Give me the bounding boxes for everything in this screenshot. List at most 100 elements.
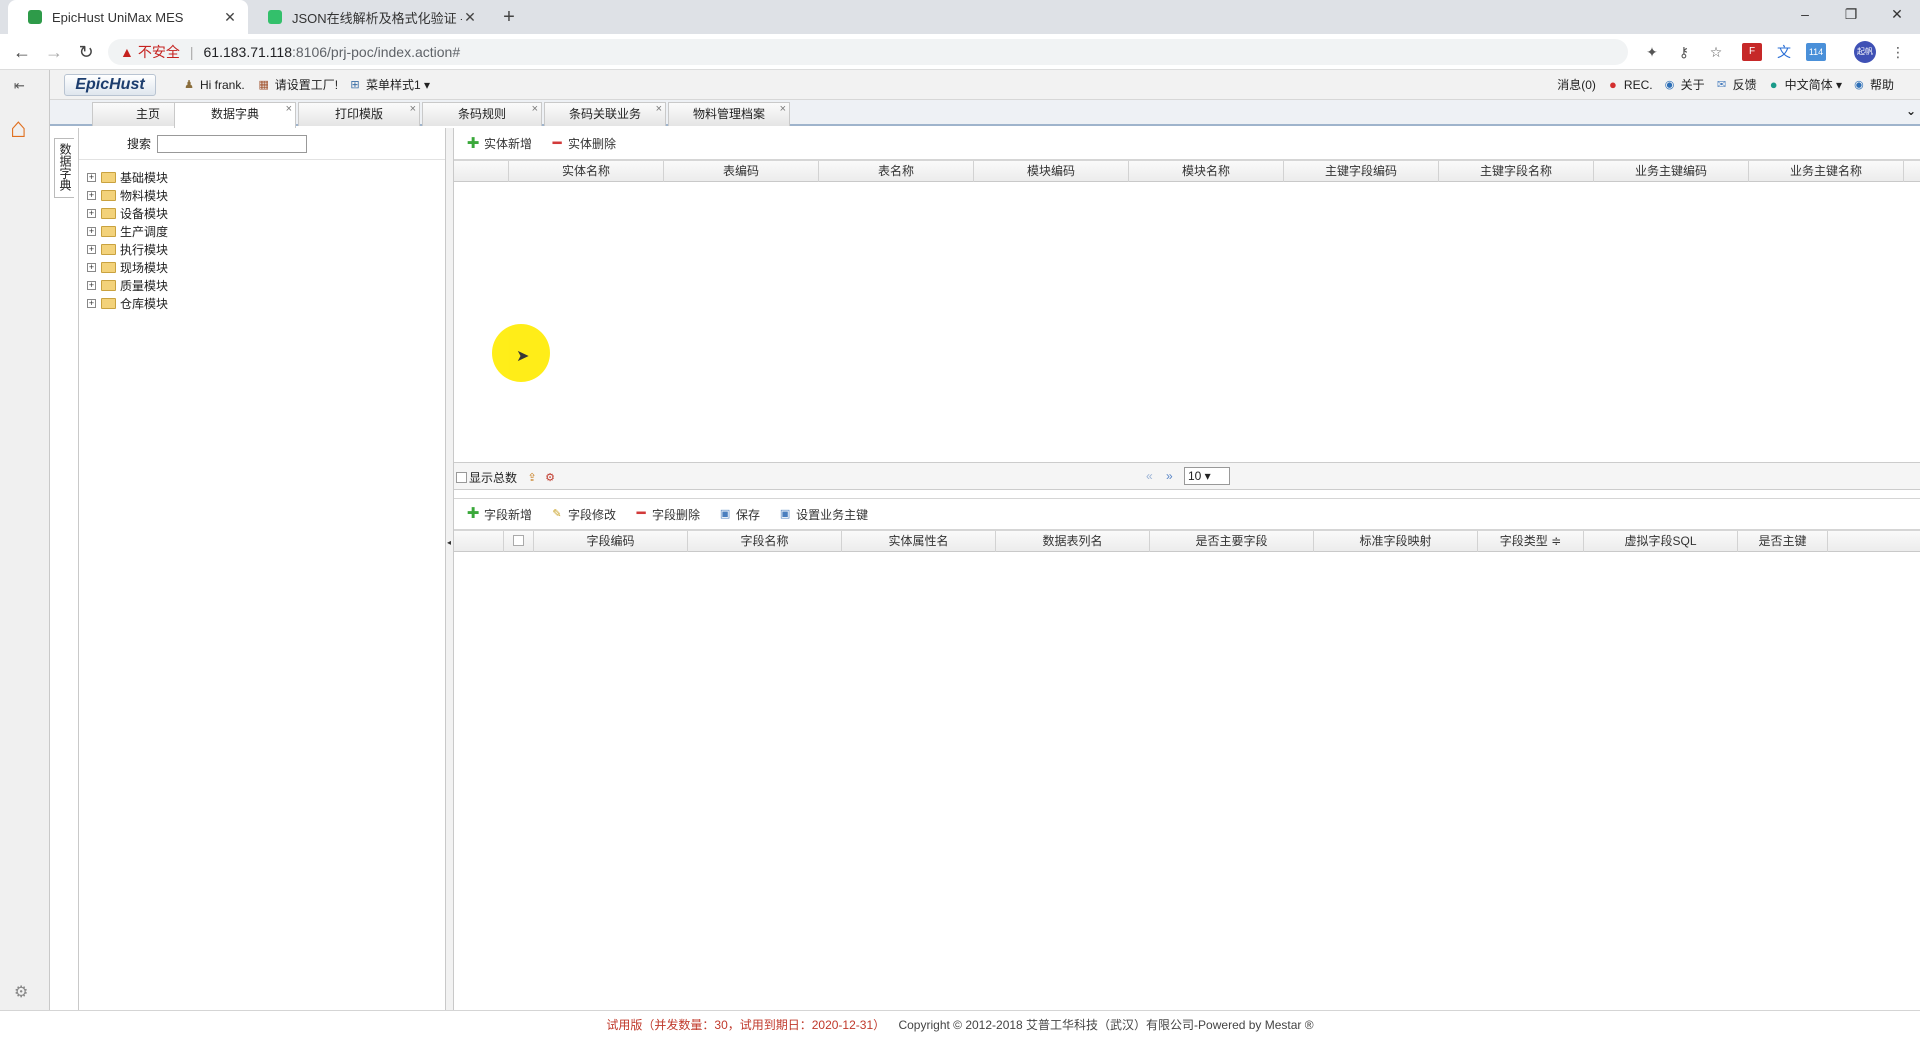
expand-plus-icon[interactable]: + bbox=[87, 244, 96, 254]
tab-overflow-icon[interactable]: ⌄ bbox=[1906, 104, 1916, 118]
browser-tab-json[interactable]: JSON在线解析及格式化验证 - JS ✕ bbox=[248, 0, 488, 34]
entity-add-button[interactable]: ✚ 实体新增 bbox=[466, 135, 532, 152]
menu-dots-icon[interactable]: ⋮ bbox=[1888, 43, 1908, 61]
close-icon[interactable]: × bbox=[286, 98, 292, 120]
reload-icon[interactable]: ↻ bbox=[74, 40, 98, 64]
tree-node[interactable]: + 仓库模块 bbox=[87, 294, 168, 312]
select-all-header[interactable] bbox=[504, 531, 534, 552]
extension-red-icon[interactable]: F bbox=[1742, 43, 1762, 61]
tree-node[interactable]: + 生产调度 bbox=[87, 222, 168, 240]
factory-setting[interactable]: ▦ 请设置工厂! bbox=[257, 76, 338, 93]
show-total-checkbox[interactable] bbox=[456, 472, 467, 483]
mail-icon: ✉ bbox=[1717, 78, 1727, 91]
tab-barcode-rules[interactable]: 条码规则 × bbox=[422, 102, 542, 126]
close-icon[interactable]: × bbox=[410, 98, 416, 120]
minimize-button[interactable]: – bbox=[1790, 6, 1820, 22]
column-header[interactable]: 字段名称 bbox=[688, 531, 842, 552]
collapse-menu-icon[interactable]: ⇤ bbox=[14, 78, 25, 94]
column-header[interactable]: 业务主键编码 bbox=[1594, 161, 1749, 182]
column-header[interactable]: 业务主键名称 bbox=[1749, 161, 1904, 182]
page-size-select[interactable]: 10 ▾ bbox=[1184, 467, 1230, 485]
new-tab-button[interactable]: + bbox=[498, 6, 520, 29]
column-header[interactable]: 表编码 bbox=[664, 161, 819, 182]
tab-print-template[interactable]: 打印模版 × bbox=[298, 102, 420, 126]
messages-link[interactable]: 消息(0) bbox=[1557, 76, 1596, 93]
help-link[interactable]: ◉ 帮助 bbox=[1852, 76, 1894, 93]
close-icon[interactable]: ✕ bbox=[222, 9, 238, 26]
close-icon[interactable]: ✕ bbox=[462, 9, 478, 26]
expand-plus-icon[interactable]: + bbox=[87, 280, 96, 290]
browser-tab-epichust[interactable]: EpicHust UniMax MES ✕ bbox=[8, 0, 248, 34]
tab-barcode-business[interactable]: 条码关联业务 × bbox=[544, 102, 666, 126]
select-all-checkbox[interactable] bbox=[513, 535, 524, 546]
column-header[interactable]: 虚拟字段SQL bbox=[1584, 531, 1738, 552]
column-header[interactable]: 主键字段编码 bbox=[1284, 161, 1439, 182]
collapse-arrow-icon[interactable]: ◂ bbox=[447, 538, 451, 547]
tree-node[interactable]: + 质量模块 bbox=[87, 276, 168, 294]
column-header[interactable]: 表名称 bbox=[819, 161, 974, 182]
tree-node[interactable]: + 基础模块 bbox=[87, 168, 168, 186]
save-button[interactable]: ▣ 保存 bbox=[718, 506, 760, 523]
search-input[interactable] bbox=[157, 134, 308, 153]
translate-icon[interactable]: 文 bbox=[1774, 43, 1794, 61]
field-delete-button[interactable]: ━ 字段删除 bbox=[634, 506, 701, 523]
close-icon[interactable]: × bbox=[780, 98, 786, 120]
language-dropdown[interactable]: ● 中文简体 ▾ bbox=[1767, 76, 1842, 93]
filter-settings-icon[interactable]: ⚙ bbox=[543, 471, 557, 485]
about-link[interactable]: ◉ 关于 bbox=[1663, 76, 1705, 93]
close-icon[interactable]: × bbox=[656, 98, 662, 120]
column-header[interactable]: 标准字段映射 bbox=[1314, 531, 1478, 552]
first-page-icon[interactable]: « bbox=[1146, 469, 1153, 483]
settings-gear-icon[interactable]: ⚙ bbox=[14, 982, 28, 1002]
tree-node[interactable]: + 执行模块 bbox=[87, 240, 168, 258]
puzzle-icon[interactable]: ✦ bbox=[1642, 43, 1662, 61]
entity-delete-button[interactable]: ━ 实体删除 bbox=[550, 135, 617, 152]
address-bar[interactable]: ▲ 不安全 | 61.183.71.118 :8106/prj-poc/inde… bbox=[108, 39, 1628, 65]
column-header[interactable]: 是否主键 bbox=[1738, 531, 1828, 552]
window-close-button[interactable]: ✕ bbox=[1882, 6, 1912, 23]
field-grid-body[interactable] bbox=[454, 552, 1920, 1010]
expand-plus-icon[interactable]: + bbox=[87, 262, 96, 272]
profile-avatar[interactable]: 起帆 bbox=[1854, 41, 1876, 63]
column-header[interactable]: 实体名称 bbox=[509, 161, 664, 182]
column-header[interactable]: 是否主要字段 bbox=[1150, 531, 1314, 552]
column-header[interactable]: 数据表列名 bbox=[996, 531, 1150, 552]
field-add-button[interactable]: ✚ 字段新增 bbox=[466, 506, 532, 523]
expand-plus-icon[interactable]: + bbox=[87, 190, 96, 200]
set-business-key-button[interactable]: ▣ 设置业务主键 bbox=[778, 506, 868, 523]
column-header[interactable]: 主键字段名称 bbox=[1439, 161, 1594, 182]
expand-plus-icon[interactable]: + bbox=[87, 172, 96, 182]
user-greeting[interactable]: ♟ Hi frank. bbox=[182, 78, 245, 92]
expand-plus-icon[interactable]: + bbox=[87, 298, 96, 308]
restore-button[interactable]: ❐ bbox=[1836, 6, 1866, 23]
expand-plus-icon[interactable]: + bbox=[87, 226, 96, 236]
tree-node[interactable]: + 现场模块 bbox=[87, 258, 168, 276]
back-arrow-icon[interactable]: ← bbox=[10, 40, 34, 64]
menu-style-dropdown[interactable]: ⊞ 菜单样式1 ▾ bbox=[348, 76, 430, 93]
column-header[interactable]: 实体属性名 bbox=[842, 531, 996, 552]
column-header[interactable]: 模块名称 bbox=[1129, 161, 1284, 182]
home-icon[interactable]: ⌂ bbox=[10, 112, 27, 144]
show-total-toggle[interactable]: 显示总数 ⇪ ⚙ bbox=[456, 469, 561, 486]
tree-node[interactable]: + 物料模块 bbox=[87, 186, 168, 204]
field-edit-button[interactable]: ✎ 字段修改 bbox=[550, 506, 616, 523]
close-icon[interactable]: × bbox=[532, 98, 538, 120]
vertical-tab-data-dictionary[interactable]: 数据字典 bbox=[54, 138, 74, 198]
column-header[interactable]: 字段编码 bbox=[534, 531, 688, 552]
forward-arrow-icon[interactable]: → bbox=[42, 40, 66, 64]
key-icon[interactable]: ⚷ bbox=[1674, 43, 1694, 61]
tree-node[interactable]: + 设备模块 bbox=[87, 204, 168, 222]
entity-grid-body[interactable] bbox=[454, 182, 1920, 462]
panel-splitter[interactable]: ◂ bbox=[446, 128, 454, 1010]
star-icon[interactable]: ☆ bbox=[1706, 43, 1726, 61]
tab-material-archive[interactable]: 物料管理档案 × bbox=[668, 102, 790, 126]
export-icon[interactable]: ⇪ bbox=[525, 471, 539, 485]
expand-plus-icon[interactable]: + bbox=[87, 208, 96, 218]
feedback-link[interactable]: ✉ 反馈 bbox=[1715, 76, 1757, 93]
column-header[interactable]: 字段类型 ≑ bbox=[1478, 531, 1584, 552]
last-page-icon[interactable]: » bbox=[1166, 469, 1173, 483]
column-header[interactable]: 模块编码 bbox=[974, 161, 1129, 182]
calendar-badge-icon[interactable]: 114 bbox=[1806, 43, 1826, 61]
tab-data-dictionary[interactable]: 数据字典 × bbox=[174, 102, 296, 128]
rec-link[interactable]: ● REC. bbox=[1606, 77, 1653, 92]
